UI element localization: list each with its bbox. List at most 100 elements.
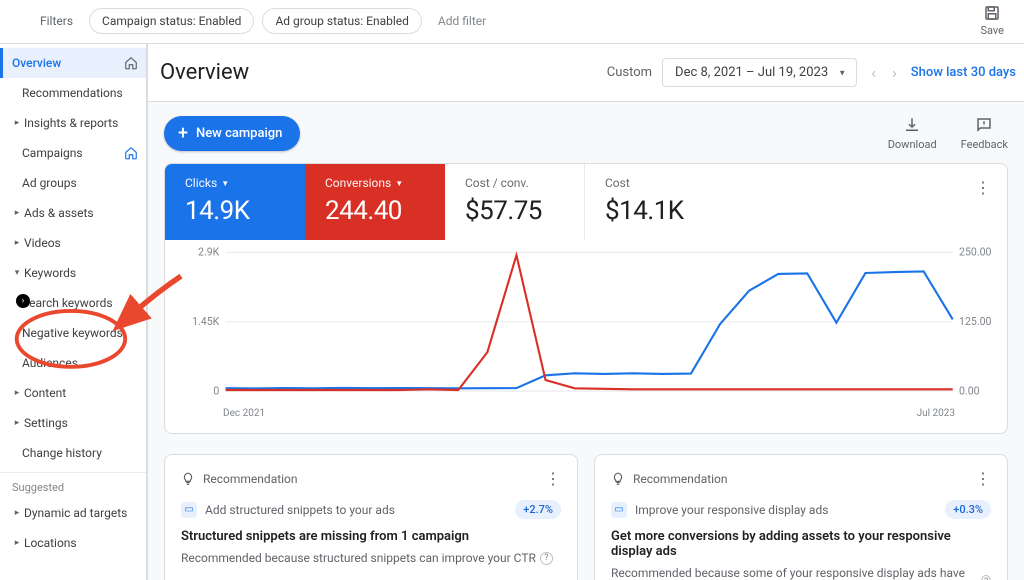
sidebar-item-change-history[interactable]: Change history xyxy=(0,438,146,468)
chevron-right-icon: ▸ xyxy=(12,118,22,128)
metric-value: 244.40 xyxy=(325,196,425,226)
chevron-right-icon: ▸ xyxy=(12,508,22,518)
card-menu-button[interactable]: ⋮ xyxy=(975,469,991,488)
metric-cost[interactable]: Cost $14.1K xyxy=(585,164,725,240)
filter-chip-campaign-status[interactable]: Campaign status: Enabled xyxy=(89,8,254,34)
feedback-button[interactable]: Feedback xyxy=(961,116,1008,151)
sidebar-item-content[interactable]: ▸Content xyxy=(0,378,146,408)
recommendation-title: Structured snippets are missing from 1 c… xyxy=(181,529,561,544)
line-chart: 2.9K250.001.45K125.0000.00 xyxy=(175,246,997,406)
sidebar-item-label: Videos xyxy=(24,236,61,250)
sidebar-item-label: Recommendations xyxy=(22,86,123,100)
feedback-label: Feedback xyxy=(961,138,1008,151)
metrics-chart-card: Clicks▼ 14.9K Conversions ▼ 244.40 Cost /… xyxy=(164,163,1008,434)
chevron-right-icon: ▸ xyxy=(12,388,22,398)
metrics-row: Clicks▼ 14.9K Conversions ▼ 244.40 Cost /… xyxy=(165,164,1007,240)
sidebar-item-recommendations[interactable]: Recommendations xyxy=(0,78,146,108)
home-icon xyxy=(124,146,138,160)
show-last-30-days-link[interactable]: Show last 30 days xyxy=(911,65,1016,80)
sidebar: › Overview Recommendations ▸Insights & r… xyxy=(0,44,148,580)
sidebar-item-label: Search keywords xyxy=(22,296,113,310)
x-axis-start: Dec 2021 xyxy=(223,408,265,419)
sidebar-item-audiences[interactable]: Audiences xyxy=(0,348,146,378)
add-filter-button[interactable]: Add filter xyxy=(430,9,494,33)
download-button[interactable]: Download xyxy=(888,116,937,151)
lightbulb-icon xyxy=(181,472,195,486)
save-icon xyxy=(983,4,1001,22)
sidebar-item-label: Overview xyxy=(12,56,61,70)
sidebar-item-label: Settings xyxy=(24,416,68,430)
sidebar-item-adgroups[interactable]: Ad groups xyxy=(0,168,146,198)
sidebar-item-insights[interactable]: ▸Insights & reports xyxy=(0,108,146,138)
date-pager: ‹ › xyxy=(867,59,901,86)
new-campaign-button[interactable]: + New campaign xyxy=(164,116,300,151)
sidebar-item-label: Audiences xyxy=(22,356,78,370)
chevron-down-icon: ▾ xyxy=(12,268,22,278)
metric-cost-per-conv[interactable]: Cost / conv. $57.75 xyxy=(445,164,585,240)
chevron-down-icon: ▼ xyxy=(395,179,403,188)
main-content: Overview Custom Dec 8, 2021 – Jul 19, 20… xyxy=(148,44,1024,580)
save-button[interactable]: Save xyxy=(980,4,1004,37)
recommendation-desc: Recommended because structured snippets … xyxy=(181,550,561,567)
sidebar-item-label: Negative keywords xyxy=(22,326,123,340)
sidebar-item-keywords[interactable]: ▾Keywords xyxy=(0,258,146,288)
sidebar-suggested-header: Suggested xyxy=(0,472,146,498)
sidebar-item-negative-keywords[interactable]: Negative keywords xyxy=(0,318,146,348)
svg-text:0: 0 xyxy=(213,384,219,397)
help-icon[interactable]: ? xyxy=(540,552,553,565)
date-next-button[interactable]: › xyxy=(888,59,901,86)
plus-icon: + xyxy=(178,127,188,141)
feedback-icon xyxy=(975,116,993,134)
sidebar-item-overview[interactable]: Overview xyxy=(0,48,146,78)
recommendation-pct-badge: +0.3% xyxy=(945,500,991,519)
save-label: Save xyxy=(980,24,1004,37)
recommendation-subtitle: Improve your responsive display ads xyxy=(635,503,828,517)
sidebar-item-dynamic-ad-targets[interactable]: ▸Dynamic ad targets xyxy=(0,498,146,528)
svg-text:1.45K: 1.45K xyxy=(192,315,219,328)
recommendations-row: Recommendation ⋮ ▭ Add structured snippe… xyxy=(164,454,1008,580)
lightbulb-icon xyxy=(611,472,625,486)
date-range-picker[interactable]: Dec 8, 2021 – Jul 19, 2023 xyxy=(662,58,857,87)
sidebar-item-campaigns[interactable]: Campaigns xyxy=(0,138,146,168)
metric-clicks[interactable]: Clicks▼ 14.9K xyxy=(165,164,305,240)
sidebar-item-label: Ad groups xyxy=(22,176,77,190)
sidebar-item-label: Keywords xyxy=(24,266,76,280)
chart-x-axis: Dec 2021 Jul 2023 xyxy=(175,406,997,425)
sidebar-item-label: Campaigns xyxy=(22,146,83,160)
svg-text:0.00: 0.00 xyxy=(959,384,980,397)
sidebar-item-label: Content xyxy=(24,386,66,400)
card-menu-button[interactable]: ⋮ xyxy=(545,469,561,488)
page-title: Overview xyxy=(160,60,249,85)
metric-name: Cost / conv. xyxy=(465,176,529,190)
chevron-right-icon: ▸ xyxy=(12,538,22,548)
svg-text:125.00: 125.00 xyxy=(959,315,991,328)
page-header: Overview Custom Dec 8, 2021 – Jul 19, 20… xyxy=(148,44,1024,102)
sidebar-item-ads-assets[interactable]: ▸Ads & assets xyxy=(0,198,146,228)
recommendation-desc: Recommended because some of your respons… xyxy=(611,565,991,580)
recommendation-card: Recommendation ⋮ ▭ Add structured snippe… xyxy=(164,454,578,580)
filter-chip-adgroup-status[interactable]: Ad group status: Enabled xyxy=(262,8,421,34)
sidebar-item-locations[interactable]: ▸Locations xyxy=(0,528,146,558)
metric-conversions[interactable]: Conversions ▼ 244.40 xyxy=(305,164,445,240)
recommendation-label: Recommendation xyxy=(633,472,728,486)
metric-value: 14.9K xyxy=(185,196,285,226)
recommendation-title: Get more conversions by adding assets to… xyxy=(611,529,991,559)
sidebar-item-videos[interactable]: ▸Videos xyxy=(0,228,146,258)
recommendation-label: Recommendation xyxy=(203,472,298,486)
help-icon[interactable]: ? xyxy=(981,575,991,580)
metric-name: Conversions xyxy=(325,176,391,190)
actions-row: + New campaign Download Feedback xyxy=(164,116,1008,151)
download-label: Download xyxy=(888,138,937,151)
chevron-down-icon: ▼ xyxy=(221,179,229,188)
svg-text:250.00: 250.00 xyxy=(959,246,991,259)
sidebar-item-settings[interactable]: ▸Settings xyxy=(0,408,146,438)
date-prev-button[interactable]: ‹ xyxy=(867,59,880,86)
new-campaign-label: New campaign xyxy=(196,126,282,141)
metric-value: $57.75 xyxy=(465,196,564,226)
filters-bar: Filters Campaign status: Enabled Ad grou… xyxy=(0,0,1024,44)
chart-menu-button[interactable]: ⋮ xyxy=(959,164,1007,240)
sidebar-scroll-indicator[interactable]: › xyxy=(16,294,30,308)
recommendation-pct-badge: +2.7% xyxy=(515,500,561,519)
download-icon xyxy=(903,116,921,134)
date-custom-label: Custom xyxy=(607,65,652,80)
